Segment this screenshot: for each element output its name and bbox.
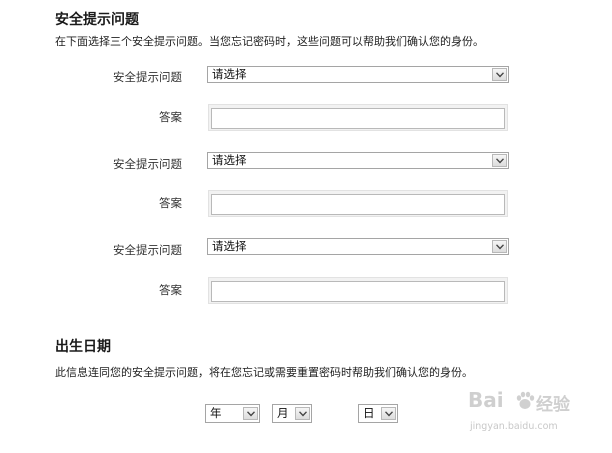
birth-year-value: 年: [210, 406, 222, 420]
birth-day-value: 日: [363, 406, 375, 420]
birthday-description: 此信息连同您的安全提示问题，将在您忘记或需要重置密码时帮助我们确认您的身份。: [55, 366, 473, 379]
answer-1-label: 答案: [159, 110, 182, 124]
watermark-url: jingyan.baidu.com: [470, 421, 558, 432]
baidu-jingyan-watermark: Bai 经验 jingyan.baidu.com: [468, 388, 608, 443]
answer-2-input[interactable]: [211, 194, 505, 215]
chevron-down-icon[interactable]: [295, 407, 310, 420]
chevron-down-icon[interactable]: [492, 154, 507, 167]
birth-day-select[interactable]: 日: [358, 404, 398, 423]
birth-month-value: 月: [277, 406, 289, 420]
question-2-selected-value: 请选择: [212, 153, 247, 167]
answer-2-field-frame: [208, 190, 508, 217]
birth-month-select[interactable]: 月: [272, 404, 312, 423]
chevron-down-icon[interactable]: [243, 407, 258, 420]
security-settings-page: 安全提示问题 在下面选择三个安全提示问题。当您忘记密码时，这些问题可以帮助我们确…: [0, 0, 612, 453]
question-3-label: 安全提示问题: [113, 243, 182, 257]
answer-2-label: 答案: [159, 196, 182, 210]
paw-icon: [514, 390, 536, 416]
question-1-select[interactable]: 请选择: [207, 66, 509, 83]
watermark-cn: 经验: [536, 395, 570, 415]
answer-3-label: 答案: [159, 283, 182, 297]
answer-1-field-frame: [208, 104, 508, 131]
question-3-selected-value: 请选择: [212, 239, 247, 253]
question-1-selected-value: 请选择: [212, 67, 247, 81]
chevron-down-icon[interactable]: [492, 240, 507, 253]
security-questions-description: 在下面选择三个安全提示问题。当您忘记密码时，这些问题可以帮助我们确认您的身份。: [55, 35, 484, 48]
answer-3-field-frame: [208, 277, 508, 304]
question-1-label: 安全提示问题: [113, 70, 182, 84]
answer-3-input[interactable]: [211, 281, 505, 302]
question-3-select[interactable]: 请选择: [207, 238, 509, 255]
chevron-down-icon[interactable]: [381, 407, 396, 420]
birthday-heading: 出生日期: [55, 339, 111, 355]
answer-1-input[interactable]: [211, 108, 505, 129]
chevron-down-icon[interactable]: [492, 68, 507, 81]
question-2-label: 安全提示问题: [113, 157, 182, 171]
birth-year-select[interactable]: 年: [205, 404, 260, 423]
watermark-brand: Bai: [468, 388, 504, 412]
question-2-select[interactable]: 请选择: [207, 152, 509, 169]
security-questions-heading: 安全提示问题: [55, 12, 139, 28]
